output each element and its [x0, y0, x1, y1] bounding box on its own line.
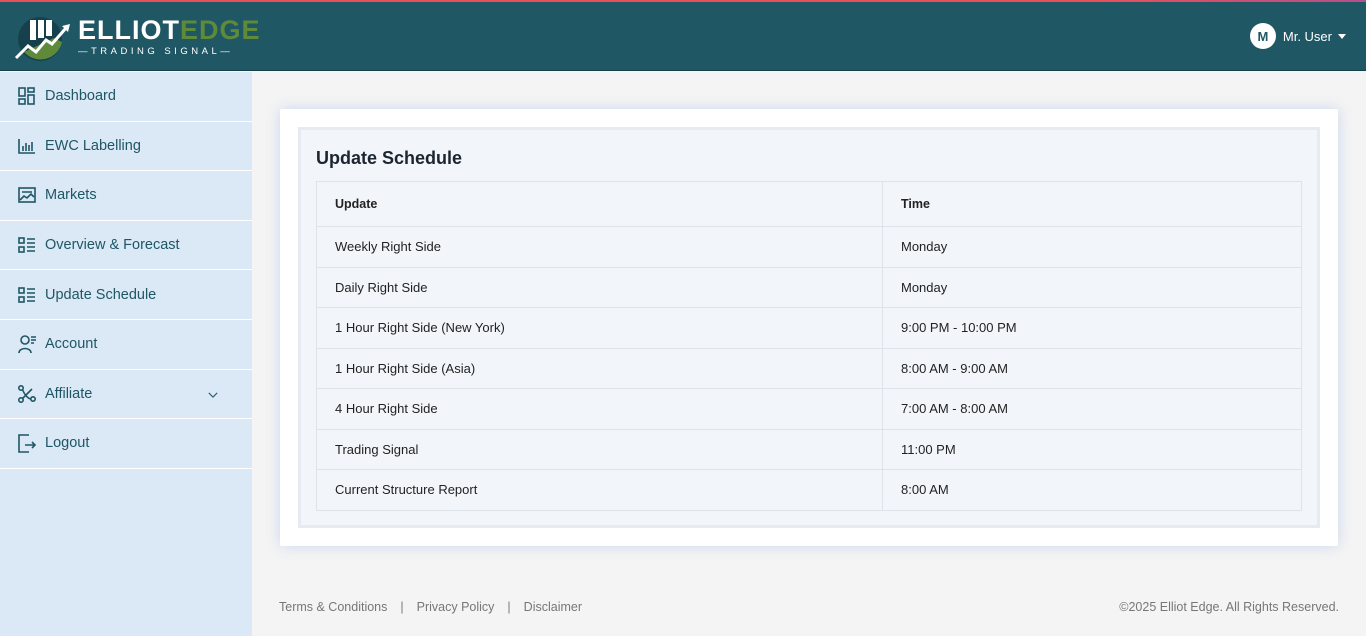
- logo-text-elliot: ELLIOT: [78, 15, 180, 46]
- avatar: M: [1249, 23, 1276, 49]
- logo-icon: [14, 17, 70, 61]
- schedule-card: Update Schedule Update Time Weekly Right …: [280, 109, 1338, 546]
- header: ELLIOTEDGE —TRADING SIGNAL— M Mr. User: [0, 2, 1366, 71]
- sidebar: Dashboard EWC Labelling Markets Overview…: [0, 72, 252, 636]
- sidebar-item-label: Overview & Forecast: [45, 237, 180, 254]
- sidebar-item-account[interactable]: Account: [0, 320, 252, 370]
- copyright: ©2025 Elliot Edge. All Rights Reserved.: [1119, 600, 1339, 614]
- sidebar-item-label: Dashboard: [45, 88, 116, 105]
- time-cell: 7:00 AM - 8:00 AM: [882, 388, 1302, 430]
- sidebar-item-affiliate[interactable]: Affiliate: [0, 370, 252, 420]
- time-cell: 11:00 PM: [882, 428, 1302, 470]
- sidebar-item-label: Affiliate: [45, 385, 93, 402]
- sidebar-item-overview-forecast[interactable]: Overview & Forecast: [0, 221, 252, 271]
- sidebar-item-label: Update Schedule: [45, 286, 157, 303]
- update-cell: Weekly Right Side: [316, 226, 883, 268]
- sidebar-item-logout[interactable]: Logout: [0, 419, 252, 469]
- logo-text-edge: EDGE: [180, 15, 261, 46]
- main-content: Update Schedule Update Time Weekly Right …: [252, 72, 1366, 636]
- sidebar-item-label: EWC Labelling: [45, 137, 141, 154]
- sidebar-item-update-schedule[interactable]: Update Schedule: [0, 270, 252, 320]
- update-cell: Current Structure Report: [316, 469, 883, 511]
- table-header-row: Update Time: [316, 181, 1302, 227]
- caret-down-icon: [1338, 33, 1346, 39]
- time-cell: 8:00 AM: [882, 469, 1302, 511]
- update-cell: Daily Right Side: [316, 266, 883, 308]
- update-cell: 1 Hour Right Side (New York): [316, 307, 883, 349]
- logo-subtitle: —TRADING SIGNAL—: [78, 46, 234, 58]
- update-cell: 1 Hour Right Side (Asia): [316, 347, 883, 389]
- time-cell: Monday: [882, 266, 1302, 308]
- user-menu[interactable]: M Mr. User: [1249, 23, 1346, 49]
- markets-icon: [18, 187, 36, 204]
- privacy-link[interactable]: Privacy Policy: [417, 600, 495, 614]
- table-row: 4 Hour Right Side 7:00 AM - 8:00 AM: [316, 388, 1302, 430]
- list-icon: [18, 237, 35, 253]
- update-cell: 4 Hour Right Side: [316, 388, 883, 430]
- separator: |: [507, 600, 511, 614]
- disclaimer-link[interactable]: Disclaimer: [524, 600, 582, 614]
- table-row: 1 Hour Right Side (New York) 9:00 PM - 10…: [316, 307, 1302, 349]
- table-row: Trading Signal 11:00 PM: [316, 428, 1302, 470]
- time-cell: 9:00 PM - 10:00 PM: [882, 307, 1302, 349]
- dashboard-icon: [18, 87, 35, 106]
- page-title: Update Schedule: [316, 148, 463, 168]
- table-row: Daily Right Side Monday: [316, 266, 1302, 308]
- chevron-down-icon[interactable]: [206, 388, 220, 402]
- terms-link[interactable]: Terms & Conditions: [279, 600, 387, 614]
- sidebar-item-label: Account: [45, 336, 98, 353]
- footer: Terms & Conditions | Privacy Policy | Discla…: [279, 600, 1339, 614]
- sidebar-item-ewc-labelling[interactable]: EWC Labelling: [0, 122, 252, 172]
- schedule-panel: Update Schedule Update Time Weekly Right …: [298, 127, 1320, 528]
- time-cell: Monday: [882, 226, 1302, 268]
- column-header-update: Update: [316, 181, 883, 227]
- table-row: Weekly Right Side Monday: [316, 226, 1302, 268]
- time-cell: 8:00 AM - 9:00 AM: [882, 347, 1302, 389]
- sidebar-item-label: Logout: [45, 435, 90, 452]
- separator: |: [400, 600, 404, 614]
- chart-icon: [18, 138, 35, 154]
- table-row: 1 Hour Right Side (Asia) 8:00 AM - 9:00 A…: [316, 347, 1302, 389]
- account-icon: [18, 335, 36, 354]
- user-name: Mr. User: [1282, 28, 1332, 44]
- logo[interactable]: ELLIOTEDGE —TRADING SIGNAL—: [14, 12, 261, 62]
- sidebar-item-dashboard[interactable]: Dashboard: [0, 72, 252, 122]
- column-header-time: Time: [882, 181, 1302, 227]
- sidebar-item-markets[interactable]: Markets: [0, 171, 252, 221]
- list-icon: [18, 286, 35, 303]
- sidebar-item-label: Markets: [45, 187, 97, 204]
- schedule-table: Update Time Weekly Right Side Monday Daily …: [316, 181, 1302, 511]
- logout-icon: [18, 434, 37, 454]
- update-cell: Trading Signal: [316, 428, 883, 470]
- table-row: Current Structure Report 8:00 AM: [316, 469, 1302, 511]
- affiliate-icon: [17, 384, 37, 403]
